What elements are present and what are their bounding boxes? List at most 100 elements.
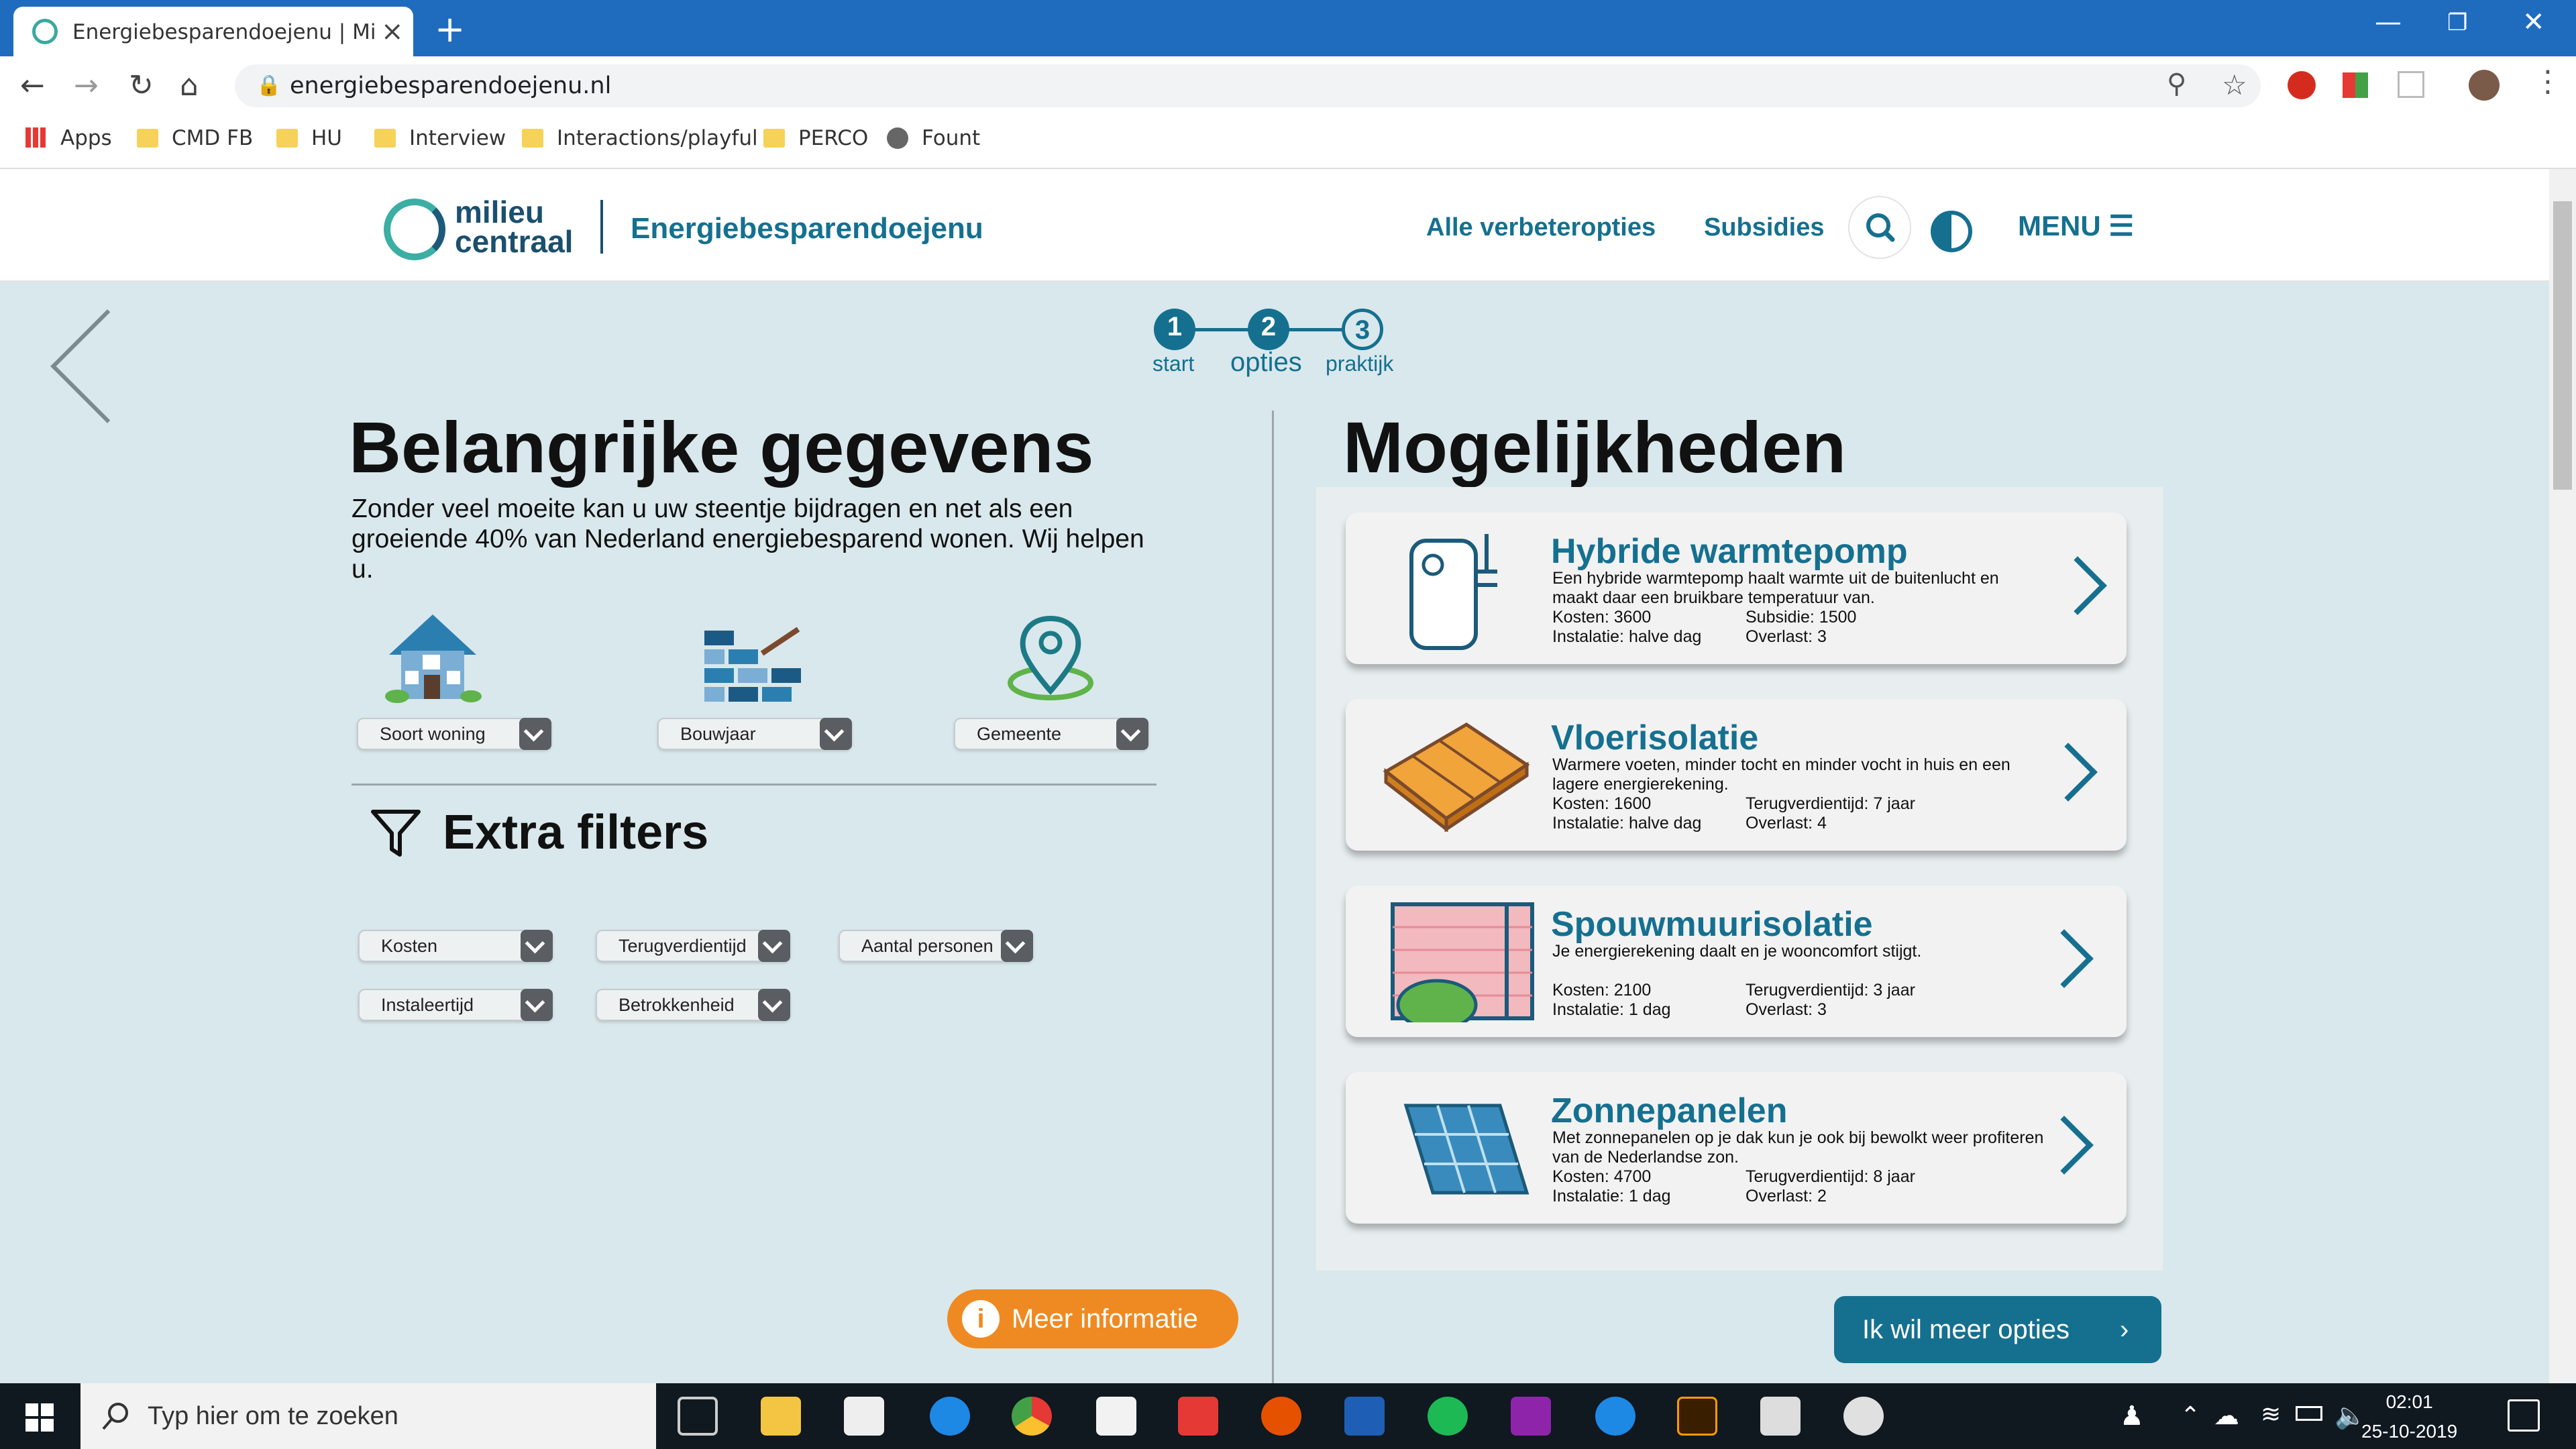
profile-avatar[interactable] xyxy=(2469,70,2500,101)
contrast-toggle-icon[interactable] xyxy=(1931,211,1972,252)
step-1[interactable]: 1 xyxy=(1154,309,1195,350)
restore-button[interactable]: ❐ xyxy=(2447,9,2467,36)
brand-name[interactable]: Energiebesparendoejenu xyxy=(631,212,983,246)
bookmark-cmd-fb[interactable]: CMD FB xyxy=(137,126,253,150)
back-icon[interactable]: ← xyxy=(20,68,45,103)
bookmark-interactions[interactable]: Interactions/playful xyxy=(522,126,758,150)
step-2[interactable]: 2 xyxy=(1248,309,1289,350)
filters-title: Extra filters xyxy=(443,806,709,859)
taskbar-search-box[interactable]: Typ hier om te zoeken xyxy=(80,1383,656,1449)
search-icon xyxy=(1866,213,1895,242)
tab-close-icon[interactable]: × xyxy=(381,16,404,47)
more-options-button[interactable]: Ik wil meer opties › xyxy=(1834,1296,2161,1363)
right-title: Mogelijkheden xyxy=(1343,407,1847,488)
onedrive-icon[interactable]: ☁ xyxy=(2214,1401,2239,1430)
taskbar-clock[interactable]: 02:01 25-10-2019 xyxy=(2361,1387,2457,1446)
app-with-badge-icon[interactable] xyxy=(1595,1397,1635,1436)
winrar-icon[interactable] xyxy=(1511,1397,1551,1436)
edge-icon[interactable] xyxy=(930,1397,970,1436)
back-arrow-icon[interactable] xyxy=(50,309,164,423)
filter-icon xyxy=(371,810,421,857)
adblock-icon[interactable] xyxy=(2288,71,2316,99)
search-icon xyxy=(102,1403,128,1430)
gift-app-icon[interactable] xyxy=(1178,1397,1218,1436)
bookmark-fount[interactable]: Fount xyxy=(887,126,980,150)
task-view-icon[interactable] xyxy=(678,1397,718,1436)
bookmark-interview[interactable]: Interview xyxy=(374,126,506,150)
extension-icon[interactable] xyxy=(2343,72,2368,98)
chevron-down-icon xyxy=(521,930,553,962)
logo-divider xyxy=(600,200,603,254)
more-info-button[interactable]: i Meer informatie xyxy=(947,1289,1238,1348)
file-explorer-icon[interactable] xyxy=(761,1397,801,1436)
menu-button[interactable]: MENU ☰ xyxy=(2018,209,2134,242)
store-icon[interactable] xyxy=(1096,1397,1136,1436)
wifi-icon[interactable]: ≋ xyxy=(2261,1401,2281,1428)
battery-icon[interactable] xyxy=(2296,1406,2322,1421)
minimize-button[interactable]: — xyxy=(2375,7,2402,38)
site-header: milieu centraal Energiebesparendoejenu Al… xyxy=(0,169,2549,282)
milieu-centraal-logo-icon[interactable] xyxy=(384,199,445,260)
filter-terugverdientijd[interactable]: Terugverdientijd xyxy=(596,930,790,962)
chevron-down-icon xyxy=(521,989,553,1021)
bookmark-hu[interactable]: HU xyxy=(276,126,342,150)
folder-icon xyxy=(522,129,543,148)
omnibox[interactable]: 🔒 energiebesparendoejenu.nl ⚲ ☆ xyxy=(235,64,2261,107)
option-card-zonnepanelen[interactable]: Zonnepanelen Met zonnepanelen op je dak … xyxy=(1346,1072,2127,1224)
option-card-hybride-warmtepomp[interactable]: Hybride warmtepomp Een hybride warmtepom… xyxy=(1346,513,2127,664)
folder-icon xyxy=(137,129,158,148)
tray-chevron-up-icon[interactable]: ⌃ xyxy=(2180,1402,2200,1430)
house-icon xyxy=(385,614,482,703)
bookmark-star-icon[interactable]: ☆ xyxy=(2222,68,2247,101)
chrome-icon[interactable] xyxy=(1012,1397,1052,1436)
calculator-icon[interactable] xyxy=(1760,1397,1801,1436)
select-bouwjaar[interactable]: Bouwjaar xyxy=(657,718,852,750)
close-window-button[interactable]: ✕ xyxy=(2522,7,2545,38)
step-2-label: opties xyxy=(1230,347,1302,377)
chevron-down-icon xyxy=(519,718,551,750)
people-icon[interactable]: ♟ xyxy=(2120,1401,2144,1432)
nav-subsidies[interactable]: Subsidies xyxy=(1704,213,1825,242)
mail-icon[interactable] xyxy=(844,1397,884,1436)
select-soort-woning[interactable]: Soort woning xyxy=(357,718,551,750)
reload-icon[interactable]: ↻ xyxy=(129,68,154,103)
chevron-down-icon xyxy=(820,718,852,750)
filter-kosten[interactable]: Kosten xyxy=(358,930,553,962)
chevron-right-icon xyxy=(2035,929,2094,988)
hamburger-icon: ☰ xyxy=(2108,210,2134,241)
search-button[interactable] xyxy=(1848,196,1911,259)
option-card-spouwmuurisolatie[interactable]: Spouwmuurisolatie Je energierekening daa… xyxy=(1346,885,2127,1037)
word-icon[interactable] xyxy=(1344,1397,1385,1436)
bookmark-perco[interactable]: PERCO xyxy=(763,126,868,150)
option-card-vloerisolatie[interactable]: Vloerisolatie Warmere voeten, minder toc… xyxy=(1346,699,2127,851)
step-1-label: start xyxy=(1152,352,1195,376)
new-tab-button[interactable]: + xyxy=(435,8,465,50)
chevron-right-icon xyxy=(2048,556,2107,615)
brave-icon[interactable] xyxy=(1261,1397,1301,1436)
filter-instaleertijd[interactable]: Instaleertijd xyxy=(358,989,553,1021)
illustrator-icon[interactable] xyxy=(1677,1397,1717,1436)
notifications-icon[interactable] xyxy=(2508,1399,2540,1432)
cavity-wall-icon xyxy=(1391,902,1534,1022)
filter-betrokkenheid[interactable]: Betrokkenheid xyxy=(596,989,790,1021)
nav-alle-verbeteropties[interactable]: Alle verbeteropties xyxy=(1426,213,1656,242)
logo-text[interactable]: milieu centraal xyxy=(455,197,573,257)
select-gemeente[interactable]: Gemeente xyxy=(954,718,1148,750)
extension-2-icon[interactable] xyxy=(2398,71,2424,98)
windows-start-icon[interactable] xyxy=(25,1403,54,1432)
filter-aantal-personen[interactable]: Aantal personen xyxy=(839,930,1033,962)
bookmark-apps[interactable]: Apps xyxy=(25,126,112,150)
spotify-icon[interactable] xyxy=(1428,1397,1468,1436)
browser-tab-bar: Energiebesparendoejenu | Milieu × + — ❐ … xyxy=(0,0,2576,56)
chevron-right-icon: › xyxy=(2120,1315,2129,1344)
step-3[interactable]: 3 xyxy=(1342,309,1383,350)
home-icon[interactable]: ⌂ xyxy=(180,68,199,103)
snipping-tool-icon[interactable] xyxy=(1843,1397,1884,1436)
scrollbar-thumb[interactable] xyxy=(2553,201,2572,490)
more-menu-icon[interactable]: ⋮ xyxy=(2533,64,2563,99)
browser-tab[interactable]: Energiebesparendoejenu | Milieu × xyxy=(13,7,413,56)
zoom-icon[interactable]: ⚲ xyxy=(2167,68,2186,99)
forward-icon[interactable]: → xyxy=(74,68,99,103)
chevron-down-icon xyxy=(758,930,790,962)
bricks-icon xyxy=(704,627,801,702)
